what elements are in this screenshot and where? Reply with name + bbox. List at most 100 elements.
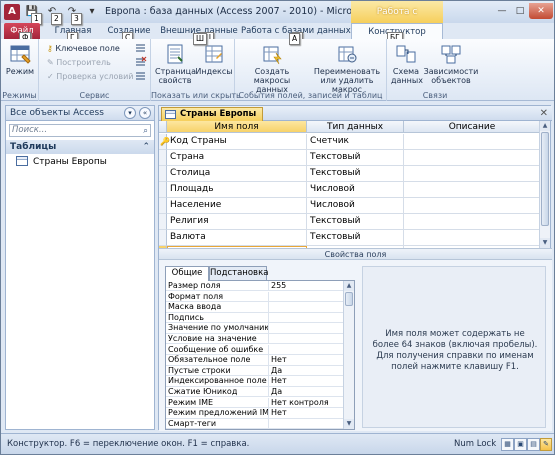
property-value[interactable]	[268, 323, 344, 334]
property-value[interactable]: Нет	[268, 408, 344, 419]
scroll-thumb[interactable]	[541, 132, 549, 226]
close-document-icon[interactable]: ✕	[540, 106, 548, 121]
description-cell[interactable]	[404, 198, 541, 214]
scroll-down-icon[interactable]: ▼	[540, 238, 550, 248]
field-row[interactable]: Валюта Текстовый	[159, 230, 541, 246]
property-row[interactable]: Пустые строки Да	[166, 365, 344, 377]
property-sheet-button[interactable]: Страница свойств	[155, 43, 196, 85]
header-field-name[interactable]: Имя поля	[167, 121, 307, 133]
field-name-cell[interactable]: Страна	[167, 150, 307, 166]
nav-dropdown-icon[interactable]: ▾	[124, 107, 136, 119]
object-dependencies-button[interactable]: Зависимости объектов	[423, 43, 479, 85]
property-value[interactable]	[268, 344, 344, 355]
row-selector[interactable]: 🔑	[159, 134, 170, 150]
scroll-thumb[interactable]	[345, 292, 353, 306]
property-value[interactable]	[268, 302, 344, 313]
property-row[interactable]: Индексированное поле Нет	[166, 376, 344, 387]
create-data-macros-button[interactable]: Создать макросы данных	[237, 43, 307, 94]
property-value[interactable]	[268, 334, 344, 344]
rename-macro-button[interactable]: Переименовать или удалить макрос	[309, 43, 385, 94]
data-type-cell[interactable]: Числовой	[307, 182, 404, 198]
data-type-cell[interactable]: Текстовый	[307, 166, 404, 182]
property-row[interactable]: Режим предложений IME Нет	[166, 408, 344, 419]
primary-key-button[interactable]: ⚷ Ключевое поле	[47, 43, 120, 55]
property-row[interactable]: Значение по умолчанию	[166, 323, 344, 334]
scroll-down-icon[interactable]: ▼	[344, 419, 354, 429]
property-value[interactable]: Нет	[268, 376, 344, 387]
property-row[interactable]: Формат поля	[166, 291, 344, 302]
data-type-cell[interactable]: Текстовый	[307, 150, 404, 166]
relationships-button[interactable]: Схема данных	[391, 43, 423, 85]
field-row[interactable]: Религия Текстовый	[159, 214, 541, 230]
row-selector[interactable]	[159, 182, 167, 198]
property-row[interactable]: Сжатие Юникод Да	[166, 387, 344, 398]
property-value[interactable]: 255	[268, 281, 344, 291]
row-selector[interactable]	[159, 214, 167, 230]
field-row[interactable]: Население Числовой	[159, 198, 541, 214]
header-data-type[interactable]: Тип данных	[307, 121, 404, 133]
nav-search-input[interactable]: Поиск... ⌕	[9, 124, 151, 137]
property-value[interactable]	[268, 291, 344, 302]
pivot-chart-view-icon[interactable]: ▤	[527, 438, 540, 451]
field-name-cell[interactable]: Столица	[167, 166, 307, 182]
property-row[interactable]: Смарт-теги	[166, 418, 344, 429]
field-row[interactable]: Площадь Числовой	[159, 182, 541, 198]
indexes-button[interactable]: Индексы	[195, 43, 233, 76]
property-value[interactable]	[268, 418, 344, 429]
close-button[interactable]: ✕	[529, 3, 553, 19]
row-selector[interactable]	[159, 150, 167, 166]
field-row[interactable]: Столица Текстовый	[159, 166, 541, 182]
field-name-cell[interactable]: Валюта	[167, 230, 307, 246]
chevron-up-icon[interactable]: ⌃	[142, 140, 150, 154]
property-row[interactable]: Сообщение об ошибке	[166, 344, 344, 355]
property-row[interactable]: Подпись	[166, 312, 344, 324]
property-row[interactable]: Режим IME Нет контроля	[166, 397, 344, 408]
row-selector[interactable]	[159, 166, 167, 182]
access-app-icon[interactable]: A	[4, 4, 20, 20]
data-type-cell[interactable]: Числовой	[307, 198, 404, 214]
data-type-cell[interactable]: Счетчик	[307, 134, 404, 150]
data-type-cell[interactable]: Текстовый	[307, 214, 404, 230]
row-selector[interactable]	[159, 198, 167, 214]
tab-general[interactable]: Общие	[165, 266, 209, 281]
property-value[interactable]: Да	[268, 365, 344, 376]
document-tab[interactable]: Страны Европы	[161, 107, 264, 121]
property-value[interactable]	[268, 312, 344, 323]
scroll-up-icon[interactable]: ▲	[540, 121, 550, 131]
property-value[interactable]: Да	[268, 387, 344, 397]
header-description[interactable]: Описание	[404, 121, 541, 133]
description-cell[interactable]	[404, 182, 541, 198]
row-tools-icons[interactable]	[135, 43, 147, 83]
qat-dropdown-icon[interactable]: ▾	[85, 5, 99, 19]
data-type-cell[interactable]: Текстовый	[307, 230, 404, 246]
minimize-button[interactable]: —	[493, 3, 511, 19]
field-row[interactable]: 🔑 Код Страны Счетчик	[159, 134, 541, 150]
nav-item-countries-table[interactable]: Страны Европы	[6, 154, 154, 170]
field-row[interactable]: Страна Текстовый	[159, 150, 541, 166]
row-selector[interactable]	[159, 230, 167, 246]
view-button[interactable]: Режим	[4, 43, 36, 76]
nav-collapse-icon[interactable]: «	[139, 107, 151, 119]
description-cell[interactable]	[404, 214, 541, 230]
description-cell[interactable]	[404, 166, 541, 182]
description-cell[interactable]	[404, 230, 541, 246]
description-cell[interactable]	[404, 134, 541, 150]
scroll-up-icon[interactable]: ▲	[344, 281, 354, 291]
test-rules-button[interactable]: ✓ Проверка условий	[47, 71, 133, 83]
grid-scrollbar[interactable]: ▲ ▼	[539, 121, 550, 248]
maximize-button[interactable]: □	[511, 3, 529, 19]
property-row[interactable]: Размер поля 255	[166, 281, 344, 292]
search-icon[interactable]: ⌕	[143, 126, 148, 137]
nav-section-tables[interactable]: Таблицы ⌃	[6, 140, 154, 154]
description-cell[interactable]	[404, 150, 541, 166]
datasheet-view-icon[interactable]: ▦	[501, 438, 514, 451]
field-name-cell[interactable]: Население	[167, 198, 307, 214]
field-name-cell[interactable]: Код Страны	[167, 134, 307, 150]
nav-header[interactable]: Все объекты Access ▾ «	[6, 106, 154, 121]
tab-lookup[interactable]: Подстановка	[209, 266, 268, 280]
pivot-table-view-icon[interactable]: ▣	[514, 438, 527, 451]
field-name-cell[interactable]: Площадь	[167, 182, 307, 198]
property-value[interactable]: Нет контроля	[268, 397, 344, 408]
property-row[interactable]: Маска ввода	[166, 302, 344, 313]
property-scrollbar[interactable]: ▲ ▼	[343, 281, 354, 429]
